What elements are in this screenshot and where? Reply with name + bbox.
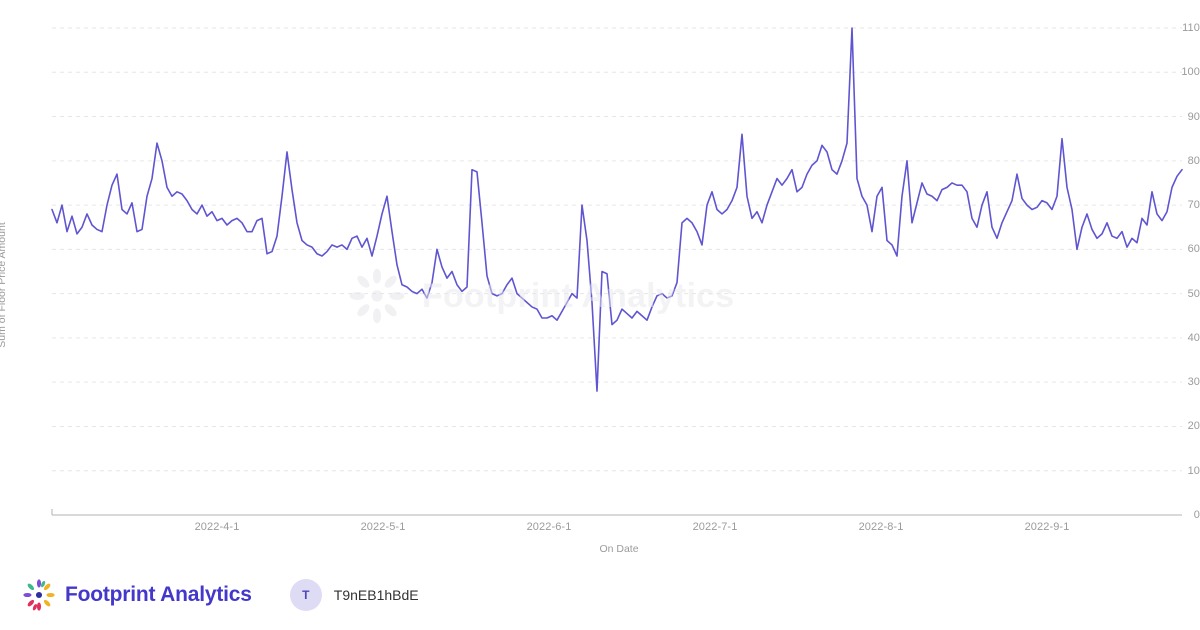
- y-tick-label: 10: [1187, 464, 1200, 477]
- y-tick-label: 100: [1181, 66, 1200, 79]
- y-tick-label: 40: [1187, 331, 1200, 344]
- user-chip[interactable]: T T9nEB1hBdE: [289, 579, 419, 611]
- brand-logo-block: Footprint Analytics: [22, 578, 252, 612]
- y-tick-label: 80: [1187, 154, 1200, 167]
- series-line-path: [51, 27, 1183, 392]
- y-tick-label: 90: [1187, 110, 1200, 123]
- gridlines-group: [52, 27, 1182, 472]
- username-label: T9nEB1hBdE: [333, 587, 419, 603]
- y-tick-label: 50: [1187, 287, 1200, 300]
- axis-lines-group: [51, 509, 1182, 516]
- footprint-logo-icon: [23, 579, 55, 611]
- x-tick-label: 2022-8-1: [858, 521, 904, 533]
- line-chart-svg: [51, 27, 1183, 516]
- x-axis-title: On Date: [599, 543, 639, 555]
- x-tick-label: 2022-9-1: [1024, 521, 1070, 533]
- brand-name: Footprint Analytics: [65, 583, 252, 606]
- chart-plot-area: 0 10 20 30 40 50 60 70 80 90 100 110 2022-4-1 2022-5…: [0, 0, 1200, 560]
- x-tick-label: 2022-7-1: [692, 521, 738, 533]
- x-tick-label: 2022-6-1: [526, 521, 572, 533]
- y-tick-label: 30: [1187, 376, 1200, 389]
- y-tick-label: 0: [1193, 509, 1200, 521]
- y-tick-label: 110: [1182, 22, 1200, 34]
- avatar: T: [289, 579, 322, 611]
- x-tick-label: 2022-5-1: [360, 521, 406, 533]
- x-tick-label: 2022-4-1: [194, 521, 240, 533]
- y-tick-label: 20: [1187, 420, 1200, 433]
- chart-page: 0 10 20 30 40 50 60 70 80 90 100 110 2022-4-1 2022-5…: [0, 0, 1200, 630]
- y-axis-title: Sum of Floor Price Amount: [0, 222, 8, 348]
- footer-bar: Footprint Analytics T T9nEB1hBdE: [0, 560, 1200, 630]
- y-tick-label: 60: [1187, 243, 1200, 256]
- y-tick-label: 70: [1187, 199, 1200, 212]
